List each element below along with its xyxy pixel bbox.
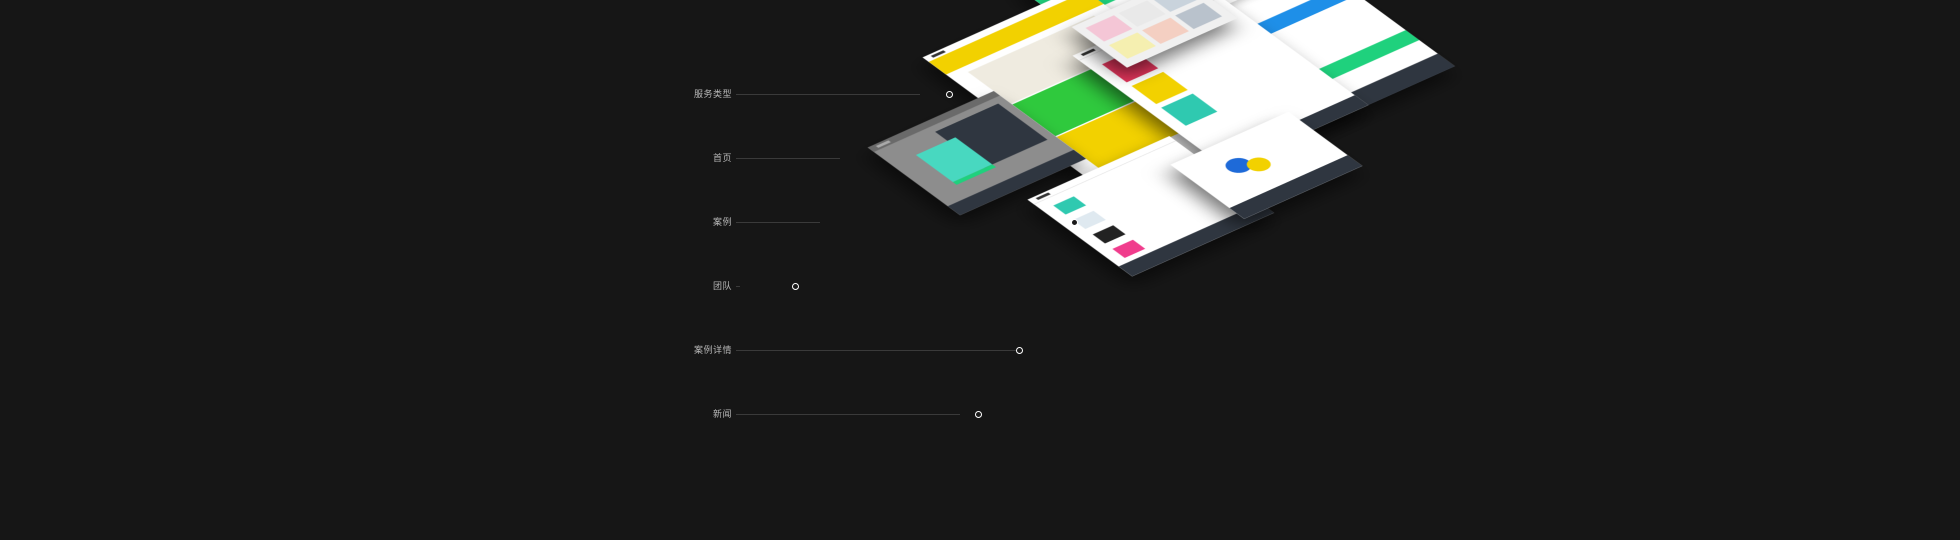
case-detail-yellow-circle xyxy=(1241,154,1276,175)
case-detail-footer xyxy=(1229,155,1363,219)
isometric-mockups xyxy=(0,0,1960,540)
team-page-nav xyxy=(867,90,1000,153)
team-illustration-card xyxy=(915,137,993,183)
team-green-strip xyxy=(952,164,996,185)
mockup-stage: 服务类型 首页 案例 团队 案例详情 新闻 xyxy=(0,0,1960,540)
